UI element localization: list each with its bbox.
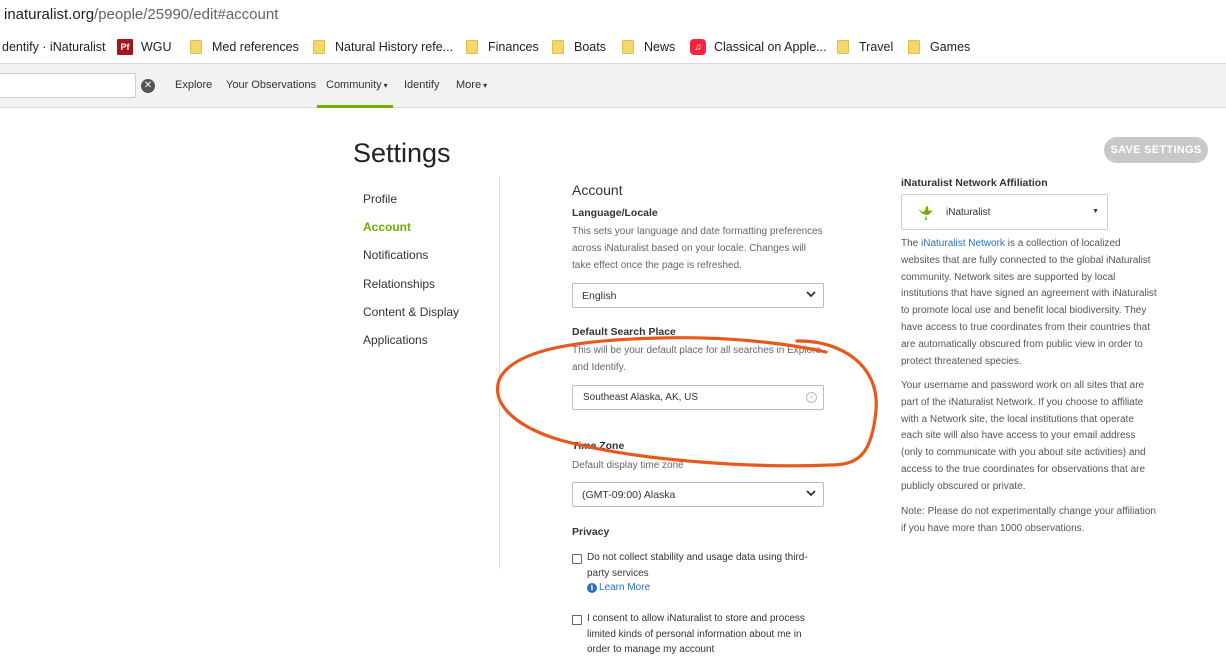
page-title: Settings [353, 138, 451, 168]
chevron-down-icon: ▾ [383, 81, 388, 90]
folder-icon [313, 40, 325, 54]
caret-down-icon: ▼ [1092, 208, 1099, 215]
folder-icon [466, 40, 478, 54]
learn-more-label: Learn More [599, 582, 651, 593]
save-settings-button[interactable]: SAVE SETTINGS [1104, 137, 1208, 163]
timezone-label: Time Zone [572, 440, 625, 452]
folder-icon [908, 40, 920, 54]
language-label: Language/Locale [572, 207, 658, 219]
bookmark-label: Natural History refe... [335, 40, 454, 54]
bookmark-wgu[interactable]: Pf WGU [117, 38, 172, 56]
place-help: This will be your default place for all … [572, 345, 822, 373]
privacy-no-tracking-checkbox[interactable] [572, 554, 582, 564]
info-icon: i [587, 582, 597, 593]
bookmark-label: Boats [574, 40, 606, 54]
bookmark-label: Finances [488, 40, 539, 54]
sidebar-item-notifications[interactable]: Notifications [363, 248, 428, 262]
network-description: The iNaturalist Network is a collection … [901, 236, 1157, 370]
bookmark-label: Games [930, 40, 971, 54]
chevron-down-icon [806, 291, 816, 298]
place-label: Default Search Place [572, 326, 676, 338]
bookmark-label: News [644, 40, 676, 54]
nav-explore[interactable]: Explore [175, 79, 212, 91]
learn-more-link[interactable]: i Learn More [587, 582, 650, 593]
bookmark-boats[interactable]: Boats [552, 38, 606, 56]
privacy-consent-text: I consent to allow iNaturalist to store … [587, 613, 805, 655]
nav-your-observations[interactable]: Your Observations [226, 79, 316, 91]
nav-community-label: Community [326, 79, 382, 91]
pf-icon: Pf [117, 39, 133, 55]
clear-search-icon[interactable]: ✕ [141, 79, 155, 93]
timezone-help: Default display time zone [572, 460, 684, 471]
language-value: English [582, 290, 617, 302]
folder-icon [552, 40, 564, 54]
network-desc-prefix: The [901, 238, 922, 249]
bookmark-travel[interactable]: Travel [837, 38, 893, 56]
language-select[interactable]: English [572, 283, 824, 308]
nav-community[interactable]: Community ▾ [326, 79, 388, 91]
bookmark-natural-history[interactable]: Natural History refe... [313, 38, 453, 56]
account-heading: Account [572, 182, 623, 198]
privacy-no-tracking-text: Do not collect stability and usage data … [587, 552, 808, 579]
bookmark-label: Travel [859, 40, 894, 54]
sidebar-item-applications[interactable]: Applications [363, 333, 428, 347]
bookmark-label: dentify · iNaturalist [2, 40, 106, 54]
bookmarks-bar: dentify · iNaturalist Pf WGU Med referenc… [0, 30, 1226, 64]
nav-more-label: More [456, 79, 482, 91]
bookmark-med-references[interactable]: Med references [190, 38, 299, 56]
url-text[interactable]: inaturalist.org/people/25990/edit#accoun… [4, 6, 278, 23]
privacy-consent-checkbox[interactable] [572, 615, 582, 625]
sidebar-item-relationships[interactable]: Relationships [363, 277, 435, 291]
address-bar[interactable]: inaturalist.org/people/25990/edit#accoun… [0, 0, 1226, 30]
active-tab-indicator [317, 105, 393, 108]
chevron-down-icon: ▾ [483, 81, 488, 90]
bookmark-news[interactable]: News [622, 38, 675, 56]
timezone-select[interactable]: (GMT-09:00) Alaska [572, 482, 824, 507]
url-path: /people/25990/edit#account [94, 6, 279, 23]
network-affiliation-title: iNaturalist Network Affiliation [901, 177, 1048, 189]
sidebar-item-content-display[interactable]: Content & Display [363, 305, 459, 319]
language-help: This sets your language and date formatt… [572, 226, 823, 271]
bookmark-classical[interactable]: ♫ Classical on Apple... [690, 38, 827, 56]
url-host: inaturalist.org [4, 6, 95, 23]
music-icon: ♫ [690, 39, 706, 55]
site-nav: ✕ Explore Your Observations Community ▾ I… [0, 64, 1226, 108]
bookmark-label: Classical on Apple... [714, 40, 827, 54]
bookmark-label: WGU [141, 40, 172, 54]
network-affiliation-select[interactable]: iNaturalist ▼ [901, 194, 1108, 230]
bookmark-games[interactable]: Games [908, 38, 970, 56]
privacy-label: Privacy [572, 526, 610, 538]
nav-identify[interactable]: Identify [404, 79, 439, 91]
network-affiliation-value: iNaturalist [946, 207, 991, 218]
bookmark-identify[interactable]: dentify · iNaturalist [2, 38, 106, 56]
inaturalist-network-link[interactable]: iNaturalist Network [921, 238, 1005, 249]
nav-more[interactable]: More ▾ [456, 79, 487, 91]
inaturalist-bird-icon [918, 206, 933, 220]
network-credentials-note: Your username and password work on all s… [901, 380, 1146, 492]
folder-icon [622, 40, 634, 54]
place-value: Southeast Alaska, AK, US [583, 392, 699, 403]
timezone-value: (GMT-09:00) Alaska [582, 489, 676, 501]
sidebar-item-account[interactable]: Account [363, 220, 411, 234]
sidebar-item-profile[interactable]: Profile [363, 192, 397, 206]
sidebar-divider [499, 177, 500, 569]
chevron-down-icon [806, 490, 816, 497]
bookmark-finances[interactable]: Finances [466, 38, 539, 56]
network-affiliation-warning: Note: Please do not experimentally chang… [901, 506, 1156, 534]
folder-icon [837, 40, 849, 54]
bookmark-label: Med references [212, 40, 299, 54]
search-input[interactable] [0, 73, 136, 98]
folder-icon [190, 40, 202, 54]
default-search-place-input[interactable]: Southeast Alaska, AK, US × [572, 385, 824, 410]
network-desc-rest: is a collection of localized websites th… [901, 238, 1157, 367]
clear-place-icon[interactable]: × [806, 392, 817, 403]
